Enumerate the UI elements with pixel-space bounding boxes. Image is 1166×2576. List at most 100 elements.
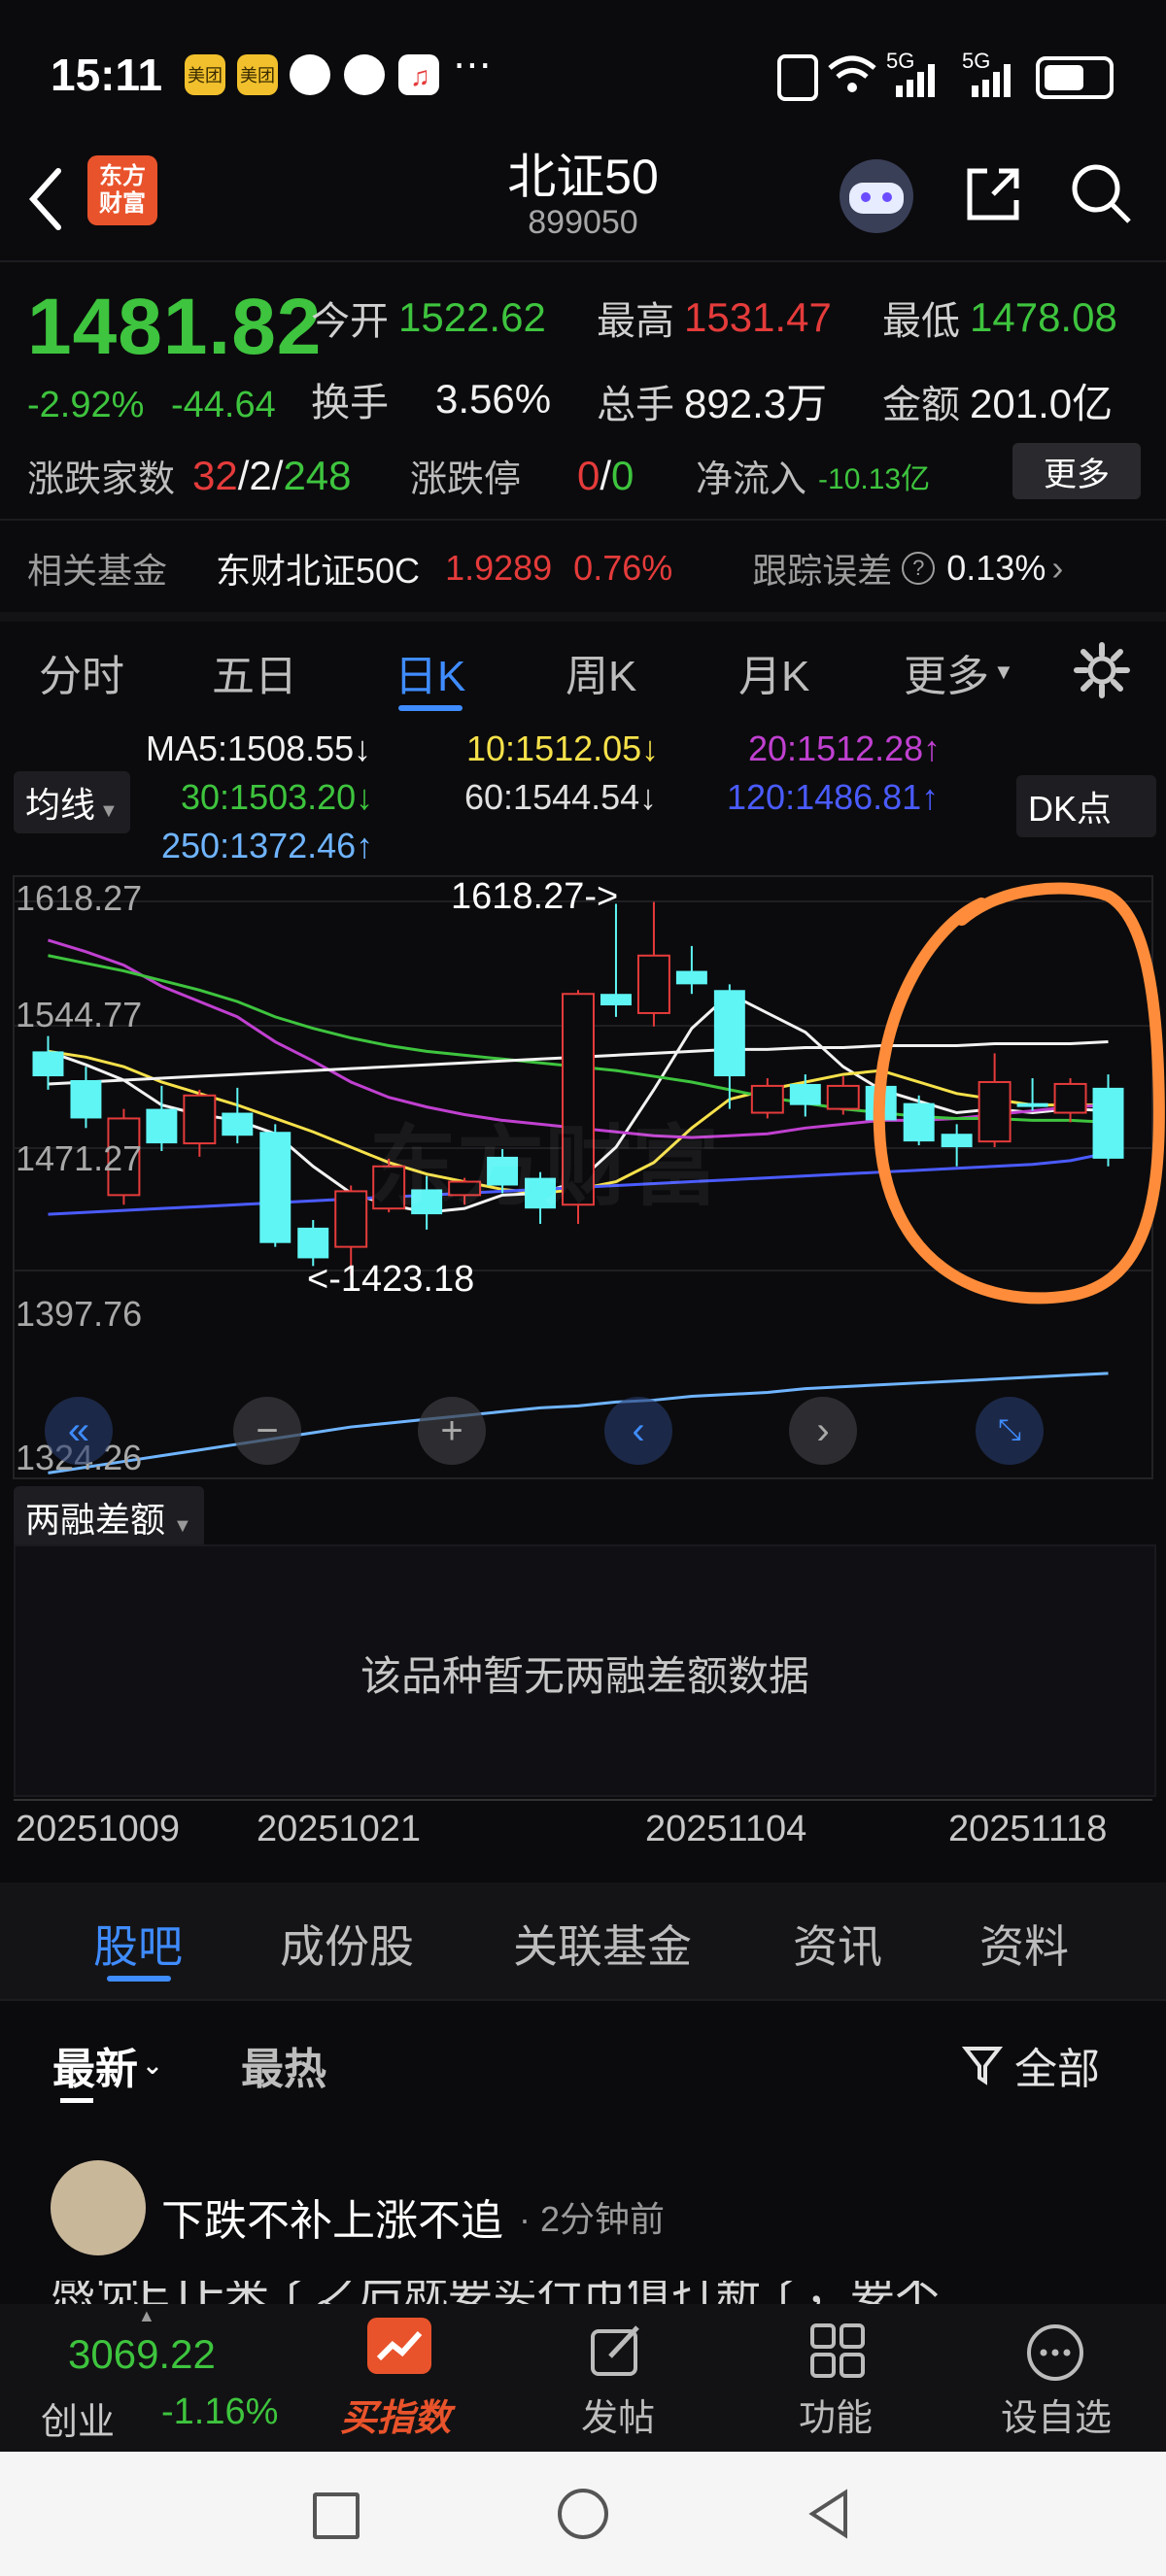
tab-guba[interactable]: 股吧 xyxy=(93,1912,183,1976)
chat-bubble-icon xyxy=(290,54,330,95)
limit-down-count: 0 xyxy=(611,452,634,498)
candle[interactable] xyxy=(70,1067,102,1129)
home-icon[interactable] xyxy=(558,2489,608,2539)
candle[interactable] xyxy=(183,1089,217,1157)
candle[interactable] xyxy=(750,1078,784,1119)
fund-change: 0.76% xyxy=(573,548,673,588)
avatar[interactable] xyxy=(51,2160,146,2255)
filter-icon xyxy=(962,2047,1004,2085)
recents-icon[interactable] xyxy=(313,2492,360,2539)
candle[interactable] xyxy=(826,1076,860,1115)
buy-index-label[interactable]: 买指数 xyxy=(340,2388,451,2441)
candle[interactable] xyxy=(941,1124,973,1167)
shield-hand-icon xyxy=(344,54,385,95)
candle[interactable] xyxy=(1092,1074,1124,1167)
y-tick: 1544.77 xyxy=(16,995,143,1034)
settings-gear-icon[interactable] xyxy=(1073,641,1131,699)
candle[interactable] xyxy=(1016,1078,1048,1111)
change-value: -44.64 xyxy=(171,385,276,425)
netflow-label: 净流入 xyxy=(696,459,807,500)
more-button[interactable]: 更多 xyxy=(1012,443,1141,499)
tab-five-day[interactable]: 五日 xyxy=(212,641,297,703)
next-icon[interactable]: › xyxy=(789,1397,857,1465)
feed-tab-latest[interactable]: 最新 ⌄ xyxy=(52,2034,163,2096)
tab-profile[interactable]: 资料 xyxy=(979,1912,1069,1976)
index-name[interactable]: 创业 xyxy=(41,2391,115,2445)
filter-button[interactable]: 全部 xyxy=(962,2034,1100,2096)
high-stat: 最高 1531.47 xyxy=(597,289,832,346)
wifi-icon xyxy=(828,55,876,92)
low-label: 最低 xyxy=(882,300,960,343)
index-value[interactable]: 3069.22 xyxy=(68,2331,216,2378)
kline-chart[interactable]: MA5:1508.55↓ 10:1512.05↓ 20:1512.28↑ 均线 ▼… xyxy=(0,721,1166,1483)
buy-index-icon[interactable] xyxy=(367,2318,431,2374)
feed-tab-indicator xyxy=(60,2098,93,2103)
tab-more[interactable]: 更多 ▼ xyxy=(904,641,1014,703)
y-tick: 1618.27 xyxy=(16,878,143,918)
post-preview-text: 感觉ETF来了之后就要实行市值打新了，要不 xyxy=(51,2281,1129,2304)
candle[interactable] xyxy=(977,1053,1012,1148)
tracking-value: 0.13% xyxy=(946,548,1046,588)
tab-timeshare[interactable]: 分时 xyxy=(39,641,124,703)
candle[interactable] xyxy=(222,1087,254,1144)
candle-body xyxy=(222,1112,254,1136)
empty-message: 该品种暂无两融差额数据 xyxy=(360,1653,809,1699)
status-time: 15:11 xyxy=(51,50,163,100)
tab-news[interactable]: 资讯 xyxy=(793,1912,882,1976)
battery-icon xyxy=(1036,56,1114,99)
margin-selector[interactable]: 两融差额 ▼ xyxy=(14,1486,204,1548)
candle-body xyxy=(297,1227,329,1259)
date-label: 20251021 xyxy=(257,1809,422,1849)
candle[interactable] xyxy=(903,1095,935,1146)
candle[interactable] xyxy=(146,1085,178,1151)
functions-label[interactable]: 功能 xyxy=(799,2388,873,2441)
back-nav-icon[interactable] xyxy=(805,2487,853,2541)
tab-monthly-k[interactable]: 月K xyxy=(738,641,809,703)
fund-nav: 1.9289 xyxy=(445,548,553,588)
candle[interactable] xyxy=(1053,1078,1087,1123)
bottom-nav: ▲ 3069.22 创业 -1.16% 买指数 发帖 功能 设自选 xyxy=(0,2304,1166,2452)
candle-body xyxy=(183,1094,217,1145)
add-watchlist-icon[interactable] xyxy=(1024,2322,1086,2384)
index-change[interactable]: -1.16% xyxy=(161,2391,278,2433)
margin-panel: 该品种暂无两融差额数据 xyxy=(14,1544,1156,1797)
apps-grid-icon[interactable] xyxy=(808,2322,867,2380)
tracking-label: 跟踪误差 xyxy=(752,551,893,591)
candle[interactable] xyxy=(675,945,707,995)
fund-name[interactable]: 东财北证50C xyxy=(216,543,420,593)
post-label[interactable]: 发帖 xyxy=(581,2388,655,2441)
candle[interactable] xyxy=(636,901,670,1027)
netflow-stat: 净流入 -10.13亿 xyxy=(696,449,930,502)
candle[interactable] xyxy=(259,1124,292,1247)
post-username[interactable]: 下跌不补上涨不追 xyxy=(161,2186,503,2248)
zoom-out-icon[interactable]: − xyxy=(233,1397,301,1465)
tab-weekly-k[interactable]: 周K xyxy=(566,641,636,703)
meituan-icon: 美团 xyxy=(237,54,278,95)
caret-down-icon: ▼ xyxy=(173,1515,192,1537)
zoom-in-icon[interactable]: + xyxy=(418,1397,486,1465)
candle-body xyxy=(826,1084,860,1110)
candle-body xyxy=(32,1051,64,1077)
turnover-label: 换手 xyxy=(311,382,389,424)
compose-icon[interactable] xyxy=(587,2322,645,2380)
low-marker: <-1423.18 xyxy=(307,1259,475,1300)
high-value: 1531.47 xyxy=(684,294,832,340)
rewind-icon[interactable]: « xyxy=(45,1397,113,1465)
watchlist-label[interactable]: 设自选 xyxy=(1001,2388,1112,2441)
post-preview[interactable]: 感觉ETF来了之后就要实行市值打新了，要不 xyxy=(51,2281,1129,2304)
fullscreen-icon[interactable]: ⤡ xyxy=(976,1397,1044,1465)
high-marker: 1618.27-> xyxy=(451,876,619,917)
candle[interactable] xyxy=(600,903,632,1017)
candle[interactable] xyxy=(32,1035,64,1090)
tab-related-funds[interactable]: 关联基金 xyxy=(513,1912,692,1976)
turnover-value: 3.56% xyxy=(435,376,552,422)
candle-body xyxy=(675,970,707,985)
help-icon[interactable]: ? xyxy=(902,552,936,585)
candle[interactable] xyxy=(713,984,745,1109)
limit-up-count: 0 xyxy=(577,452,600,498)
related-fund-row[interactable]: 相关基金 东财北证50C 1.9289 0.76% 跟踪误差 ? 0.13% › xyxy=(27,544,1145,593)
tab-constituents[interactable]: 成份股 xyxy=(280,1912,414,1976)
prev-icon[interactable]: ‹ xyxy=(604,1397,672,1465)
feed-tab-hot[interactable]: 最热 xyxy=(241,2034,326,2096)
tab-daily-k[interactable]: 日K xyxy=(394,641,465,703)
